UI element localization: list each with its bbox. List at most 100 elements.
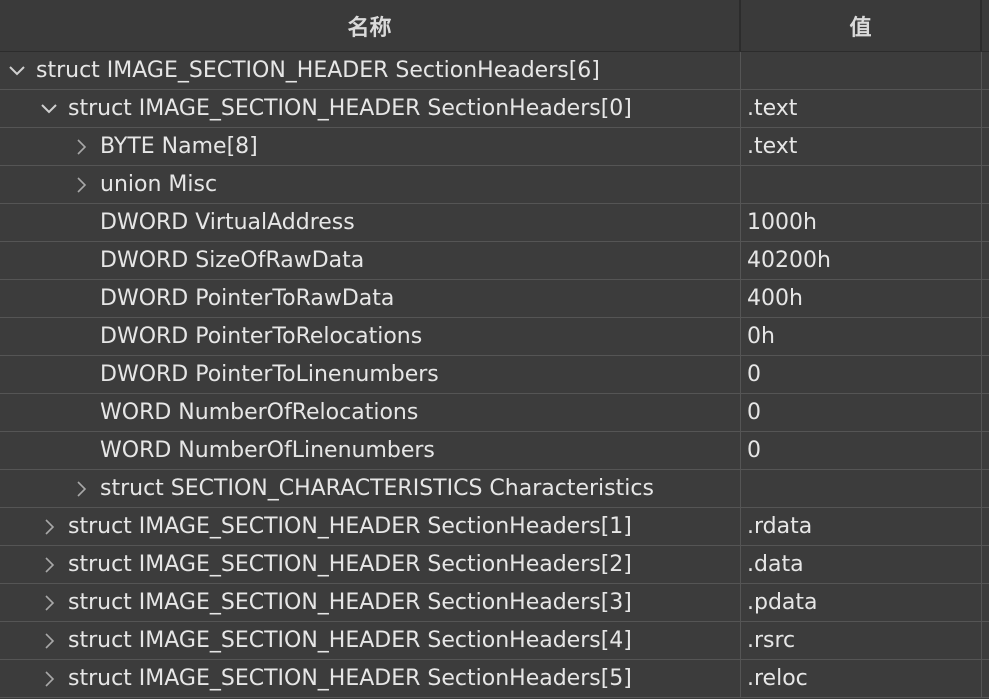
row-label: DWORD SizeOfRawData xyxy=(100,248,365,273)
name-cell: struct IMAGE_SECTION_HEADER SectionHeade… xyxy=(0,508,741,545)
value-cell: 0 xyxy=(741,394,982,431)
chevron-right-icon[interactable] xyxy=(38,554,60,576)
name-cell: WORD NumberOfLinenumbers xyxy=(0,432,741,469)
value-cell: 40200h xyxy=(741,242,982,279)
tree-row[interactable]: struct IMAGE_SECTION_HEADER SectionHeade… xyxy=(0,622,989,660)
value-cell: .data xyxy=(741,546,982,583)
name-cell: union Misc xyxy=(0,166,741,203)
name-column-header[interactable]: 名称 xyxy=(0,0,741,51)
value-cell: 0h xyxy=(741,318,982,355)
tree-row[interactable]: DWORD PointerToRawData 400h xyxy=(0,280,989,318)
name-cell: struct IMAGE_SECTION_HEADER SectionHeade… xyxy=(0,52,741,89)
extra-cell xyxy=(982,470,989,507)
value-cell: .text xyxy=(741,128,982,165)
tree-row[interactable]: DWORD PointerToLinenumbers 0 xyxy=(0,356,989,394)
tree-row[interactable]: struct IMAGE_SECTION_HEADER SectionHeade… xyxy=(0,584,989,622)
extra-cell xyxy=(982,52,989,89)
chevron-down-icon[interactable] xyxy=(38,98,60,120)
extra-cell xyxy=(982,546,989,583)
extra-cell xyxy=(982,242,989,279)
row-label: WORD NumberOfRelocations xyxy=(100,400,419,425)
row-label: struct IMAGE_SECTION_HEADER SectionHeade… xyxy=(68,590,632,615)
extra-cell xyxy=(982,394,989,431)
tree-row[interactable]: DWORD VirtualAddress 1000h xyxy=(0,204,989,242)
chevron-right-icon[interactable] xyxy=(38,516,60,538)
chevron-right-icon[interactable] xyxy=(70,478,92,500)
extra-cell xyxy=(982,90,989,127)
value-cell xyxy=(741,166,982,203)
tree-row[interactable]: union Misc xyxy=(0,166,989,204)
extra-cell xyxy=(982,584,989,621)
tree-row[interactable]: struct SECTION_CHARACTERISTICS Character… xyxy=(0,470,989,508)
value-cell: 400h xyxy=(741,280,982,317)
tree-row[interactable]: BYTE Name[8] .text xyxy=(0,128,989,166)
name-cell: DWORD SizeOfRawData xyxy=(0,242,741,279)
name-cell: struct IMAGE_SECTION_HEADER SectionHeade… xyxy=(0,660,741,697)
tree-row[interactable]: DWORD PointerToRelocations 0h xyxy=(0,318,989,356)
tree-row[interactable]: WORD NumberOfRelocations 0 xyxy=(0,394,989,432)
column-header-bar: 名称 值 xyxy=(0,0,989,52)
tree-row[interactable]: WORD NumberOfLinenumbers 0 xyxy=(0,432,989,470)
extra-cell xyxy=(982,660,989,697)
name-cell: DWORD PointerToLinenumbers xyxy=(0,356,741,393)
name-cell: struct IMAGE_SECTION_HEADER SectionHeade… xyxy=(0,622,741,659)
row-label: struct IMAGE_SECTION_HEADER SectionHeade… xyxy=(68,552,632,577)
name-cell: struct IMAGE_SECTION_HEADER SectionHeade… xyxy=(0,584,741,621)
row-label: union Misc xyxy=(100,172,218,197)
name-cell: DWORD PointerToRelocations xyxy=(0,318,741,355)
value-cell: 1000h xyxy=(741,204,982,241)
row-label: struct IMAGE_SECTION_HEADER SectionHeade… xyxy=(68,514,632,539)
chevron-right-icon[interactable] xyxy=(38,592,60,614)
extra-cell xyxy=(982,280,989,317)
extra-cell xyxy=(982,128,989,165)
row-label: struct IMAGE_SECTION_HEADER SectionHeade… xyxy=(68,666,632,691)
value-cell: 0 xyxy=(741,356,982,393)
row-label: WORD NumberOfLinenumbers xyxy=(100,438,435,463)
row-label: DWORD PointerToRelocations xyxy=(100,324,423,349)
row-label: DWORD VirtualAddress xyxy=(100,210,355,235)
tree-rows: struct IMAGE_SECTION_HEADER SectionHeade… xyxy=(0,52,989,698)
value-cell xyxy=(741,52,982,89)
tree-row[interactable]: struct IMAGE_SECTION_HEADER SectionHeade… xyxy=(0,52,989,90)
tree-row[interactable]: DWORD SizeOfRawData 40200h xyxy=(0,242,989,280)
chevron-down-icon[interactable] xyxy=(6,60,28,82)
extra-cell xyxy=(982,318,989,355)
extra-cell xyxy=(982,166,989,203)
extra-cell xyxy=(982,356,989,393)
value-cell: .rsrc xyxy=(741,622,982,659)
chevron-right-icon[interactable] xyxy=(38,668,60,690)
chevron-right-icon[interactable] xyxy=(38,630,60,652)
name-cell: DWORD VirtualAddress xyxy=(0,204,741,241)
tree-row[interactable]: struct IMAGE_SECTION_HEADER SectionHeade… xyxy=(0,90,989,128)
name-cell: struct IMAGE_SECTION_HEADER SectionHeade… xyxy=(0,546,741,583)
row-label: struct IMAGE_SECTION_HEADER SectionHeade… xyxy=(68,628,632,653)
row-label: struct IMAGE_SECTION_HEADER SectionHeade… xyxy=(36,58,600,83)
value-cell: 0 xyxy=(741,432,982,469)
extra-cell xyxy=(982,204,989,241)
extra-cell xyxy=(982,508,989,545)
name-cell: DWORD PointerToRawData xyxy=(0,280,741,317)
row-label: struct IMAGE_SECTION_HEADER SectionHeade… xyxy=(68,96,632,121)
row-label: struct SECTION_CHARACTERISTICS Character… xyxy=(100,476,654,501)
value-column-header[interactable]: 值 xyxy=(741,0,982,51)
extra-column-header xyxy=(982,0,989,51)
row-label: DWORD PointerToLinenumbers xyxy=(100,362,439,387)
chevron-right-icon[interactable] xyxy=(70,174,92,196)
tree-row[interactable]: struct IMAGE_SECTION_HEADER SectionHeade… xyxy=(0,660,989,698)
value-cell xyxy=(741,470,982,507)
extra-cell xyxy=(982,432,989,469)
value-cell: .reloc xyxy=(741,660,982,697)
value-cell: .pdata xyxy=(741,584,982,621)
name-cell: struct IMAGE_SECTION_HEADER SectionHeade… xyxy=(0,90,741,127)
tree-row[interactable]: struct IMAGE_SECTION_HEADER SectionHeade… xyxy=(0,546,989,584)
chevron-right-icon[interactable] xyxy=(70,136,92,158)
name-cell: WORD NumberOfRelocations xyxy=(0,394,741,431)
tree-row[interactable]: struct IMAGE_SECTION_HEADER SectionHeade… xyxy=(0,508,989,546)
structure-tree-view: 名称 值 struct IMAGE_SECTION_HEADER Section… xyxy=(0,0,989,699)
value-cell: .text xyxy=(741,90,982,127)
name-cell: BYTE Name[8] xyxy=(0,128,741,165)
value-cell: .rdata xyxy=(741,508,982,545)
row-label: BYTE Name[8] xyxy=(100,134,258,159)
name-cell: struct SECTION_CHARACTERISTICS Character… xyxy=(0,470,741,507)
extra-cell xyxy=(982,622,989,659)
